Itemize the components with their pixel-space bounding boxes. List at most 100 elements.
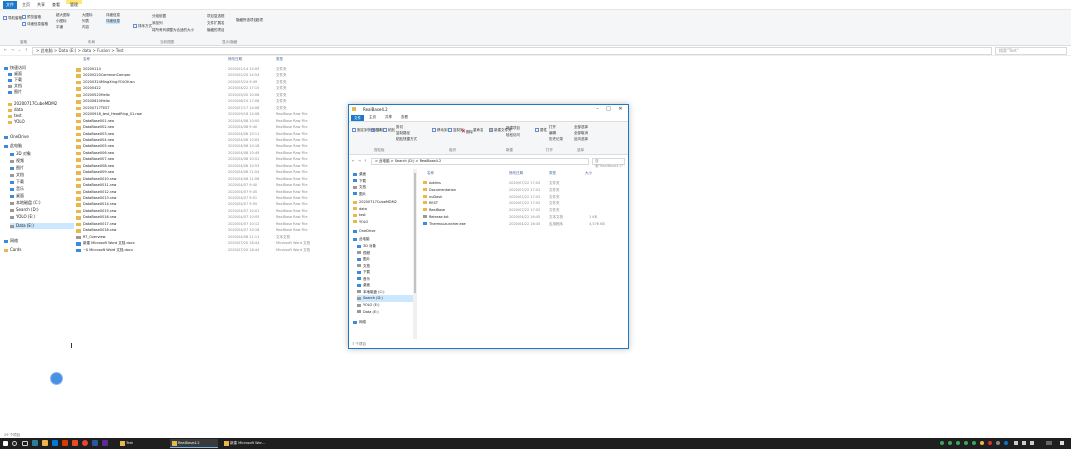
- w-tab-view[interactable]: 查看: [401, 115, 408, 120]
- file-row[interactable]: 20200717TEST 2020/07/17 14:08 文件夹: [76, 106, 336, 112]
- tab-view[interactable]: 查看: [52, 2, 60, 8]
- w-tab-home[interactable]: 主页: [369, 115, 376, 120]
- file-row[interactable]: DataBase007.raw 2020/04/08 10:51 RealBase …: [76, 157, 336, 163]
- file-row[interactable]: DataBase0010.raw 2020/04/08 11:06 RealBase…: [76, 177, 336, 183]
- tray-icon-yellow[interactable]: [980, 441, 984, 445]
- sidebar-item[interactable]: 图片: [8, 89, 72, 95]
- sidebar-item[interactable]: 图片: [10, 165, 74, 171]
- w-up-icon[interactable]: ↑: [364, 159, 367, 163]
- item-checkboxes-toggle[interactable]: 项目复选框: [207, 14, 225, 19]
- file-row[interactable]: DataBase0013.raw 2020/04/07 9:51 RealBase …: [76, 196, 336, 202]
- w-column-header-date[interactable]: 修改日期: [509, 171, 523, 176]
- open-button[interactable]: 打开: [549, 125, 556, 130]
- rename-button[interactable]: 重命名: [473, 128, 484, 133]
- sidebar-item[interactable]: 网络: [4, 238, 68, 244]
- sidebar-item[interactable]: 此电脑: [4, 143, 68, 149]
- large-icons-button[interactable]: 大图标: [82, 13, 93, 18]
- clock-area[interactable]: [1046, 441, 1052, 445]
- w-file-row[interactable]: Documentation 2020/07/22 17:02 文件夹: [423, 187, 623, 193]
- sidebar-item[interactable]: 下载: [10, 179, 74, 185]
- file-row[interactable]: DataBase0015.raw 2020/04/07 10:01 RealBase…: [76, 209, 336, 215]
- move-to-button[interactable]: 移动到: [432, 128, 448, 133]
- column-header-name[interactable]: 名称: [83, 57, 90, 62]
- tab-home[interactable]: 主页: [22, 2, 30, 8]
- w-file-row[interactable]: ThermoLauncher.exe 2020/04/22 16:45 应用程序 4,…: [423, 221, 623, 227]
- address-bar[interactable]: > 此电脑 > Data (E:) > data > Fusion > Test: [32, 47, 992, 55]
- extra-large-icons-button[interactable]: 超大图标: [56, 13, 70, 18]
- w-sidebar-item[interactable]: 此电脑: [353, 236, 413, 243]
- w-sidebar-item[interactable]: YOLO: [353, 219, 413, 226]
- file-row[interactable]: DataBase0016.raw 2020/04/07 10:05 RealBase…: [76, 215, 336, 221]
- sidebar-item[interactable]: 本地磁盘 (C:): [10, 200, 74, 206]
- w-file-row[interactable]: REST 2020/07/22 17:02 文件夹: [423, 200, 623, 206]
- cut-button[interactable]: 剪切: [396, 125, 403, 130]
- paste-shortcut-button[interactable]: 粘贴快捷方式: [396, 137, 417, 142]
- edit-button[interactable]: 编辑: [549, 131, 556, 136]
- w-sidebar-item[interactable]: 网络: [353, 319, 413, 326]
- size-columns-button[interactable]: 将所有列调整为合适的大小: [152, 28, 194, 33]
- maximize-icon[interactable]: □: [603, 105, 614, 114]
- file-extensions-toggle[interactable]: 文件扩展名: [207, 21, 225, 26]
- select-none-button[interactable]: 全部取消: [574, 131, 588, 136]
- w-tab-share[interactable]: 共享: [385, 115, 392, 120]
- minimize-icon[interactable]: –: [592, 105, 603, 114]
- taskbar-app-word[interactable]: 新建 Microsoft Wor...: [222, 439, 272, 448]
- w-file-row[interactable]: RealBase 2020/07/22 17:02 文件夹: [423, 207, 623, 213]
- file-row[interactable]: 20200520Hello 2020/05/20 10:08 文件夹: [76, 93, 336, 99]
- preview-pane-button[interactable]: 预览窗格: [22, 15, 41, 20]
- w-file-row[interactable]: Addins 2020/07/22 17:02 文件夹: [423, 180, 623, 186]
- sidebar-item[interactable]: 3D 对象: [10, 151, 74, 157]
- hidden-items-toggle[interactable]: 隐藏的项目: [207, 28, 225, 33]
- new-item-button[interactable]: 新建项目: [506, 126, 520, 131]
- w-sidebar-item[interactable]: 图片: [353, 191, 413, 198]
- w-sidebar-item[interactable]: Data (E:): [357, 309, 417, 316]
- medium-icons-button[interactable]: 详细信息: [106, 13, 120, 18]
- file-row[interactable]: DataBase001.raw 2020/04/08 10:00 RealBase …: [76, 119, 336, 125]
- recent-dropdown-icon[interactable]: ⌄: [18, 48, 21, 52]
- column-header-date[interactable]: 修改日期: [228, 57, 242, 62]
- close-icon[interactable]: ✕: [615, 105, 626, 114]
- file-row[interactable]: RT_Overview 2020/04/08 11:11 文本文档: [76, 235, 336, 241]
- tray-icon-green-3[interactable]: [956, 441, 960, 445]
- taskbar-app-realbase[interactable]: RealBase4.2: [170, 439, 218, 448]
- ime-icon[interactable]: [1030, 441, 1034, 445]
- w-sidebar-item[interactable]: Search (D:): [357, 295, 417, 302]
- details-view-button[interactable]: 详细信息: [106, 19, 120, 24]
- edge-icon[interactable]: [32, 440, 38, 446]
- tab-file[interactable]: 文件: [3, 1, 17, 9]
- start-icon[interactable]: [3, 441, 8, 446]
- w-back-icon[interactable]: ←: [352, 159, 355, 163]
- w-sidebar-scrollbar[interactable]: [413, 169, 417, 339]
- sidebar-item[interactable]: Search (D:): [10, 207, 74, 213]
- file-row[interactable]: 20200114 2020/01/14 15:05 文件夹: [76, 67, 336, 73]
- file-row[interactable]: DataBase0018.raw 2020/04/07 10:18 RealBase…: [76, 228, 336, 234]
- sidebar-item[interactable]: Cards: [4, 247, 68, 253]
- list-button[interactable]: 列表: [82, 19, 89, 24]
- taskbar-app-test[interactable]: Test: [118, 439, 166, 448]
- file-row[interactable]: DataBase0012.raw 2020/04/07 9:45 RealBase …: [76, 190, 336, 196]
- copy-button[interactable]: 复制: [371, 128, 383, 133]
- file-row[interactable]: DataBase0017.raw 2020/04/07 10:12 RealBase…: [76, 222, 336, 228]
- w-search-input[interactable]: 搜索"RealBase4.2": [592, 158, 625, 168]
- word-icon[interactable]: [92, 440, 98, 446]
- w-column-header-type[interactable]: 类型: [549, 171, 556, 176]
- tray-icon-green-5[interactable]: [972, 441, 976, 445]
- details-pane-button[interactable]: 详细信息窗格: [22, 22, 48, 27]
- tiles-button[interactable]: 平铺: [56, 25, 63, 30]
- file-row[interactable]: DataBase0014.raw 2020/04/07 9:55 RealBase …: [76, 202, 336, 208]
- properties-button[interactable]: 属性: [535, 128, 547, 133]
- copy-path-button[interactable]: 复制路径: [396, 131, 410, 136]
- tab-manage[interactable]: 管理: [70, 2, 78, 8]
- search-input[interactable]: 搜索"Test": [995, 47, 1067, 55]
- tray-icon-green-4[interactable]: [964, 441, 968, 445]
- invert-selection-button[interactable]: 反向选择: [574, 137, 588, 142]
- file-row[interactable]: DataBase009.raw 2020/04/08 11:04 RealBase …: [76, 170, 336, 176]
- file-row[interactable]: ~$ Microsoft Word 文档.docx 2020/07/20 18:4…: [76, 248, 336, 254]
- sidebar-item[interactable]: 视频: [10, 158, 74, 164]
- notification-icon[interactable]: [1060, 441, 1064, 445]
- history-button[interactable]: 历史记录: [549, 137, 563, 142]
- w-column-header-name[interactable]: 名称: [427, 171, 434, 176]
- file-row[interactable]: 新建 Microsoft Word 文档.docx 2020/07/20 18:4…: [76, 241, 336, 247]
- sidebar-item[interactable]: 音乐: [10, 186, 74, 192]
- file-row[interactable]: DataBase002.raw 2020/04/08 9:40 RealBase R…: [76, 125, 336, 131]
